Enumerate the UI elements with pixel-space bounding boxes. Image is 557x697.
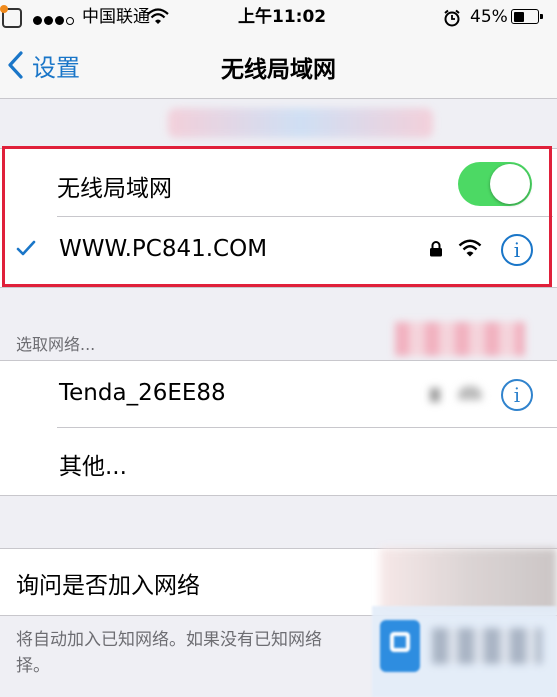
ask-to-join-toggle[interactable] [380, 548, 557, 614]
ask-to-join-label: 询问是否加入网络 [16, 573, 200, 599]
lock-icon [430, 388, 440, 402]
battery-icon [511, 9, 543, 24]
footer-line: 将自动加入已知网络。如果没有已知网络 [16, 630, 322, 650]
other-network-label: 其他... [59, 454, 127, 480]
carrier-name: 中国联通 [82, 7, 150, 27]
network-name: Tenda_26EE88 [59, 380, 226, 406]
app-badge-icon [0, 5, 22, 28]
logo-icon [380, 620, 420, 672]
section-header-choose-network: 选取网络... [16, 335, 96, 354]
page-title: 无线局域网 [221, 57, 336, 83]
signal-strength-icon [33, 10, 76, 29]
ask-to-join-footer: 将自动加入已知网络。如果没有已知网络 择。 [16, 627, 322, 679]
footer-line: 择。 [16, 656, 50, 676]
wifi-signal-icon [458, 386, 482, 400]
clock: 上午11:02 [238, 7, 327, 27]
site-logo-watermark [372, 606, 557, 697]
blurred-watermark [168, 108, 433, 138]
highlight-frame [2, 146, 552, 287]
blurred-watermark [395, 322, 525, 356]
network-info-button[interactable]: i [501, 379, 533, 411]
alarm-icon [443, 9, 461, 31]
battery-percent: 45% [470, 7, 508, 27]
wifi-signal-icon [147, 8, 169, 30]
